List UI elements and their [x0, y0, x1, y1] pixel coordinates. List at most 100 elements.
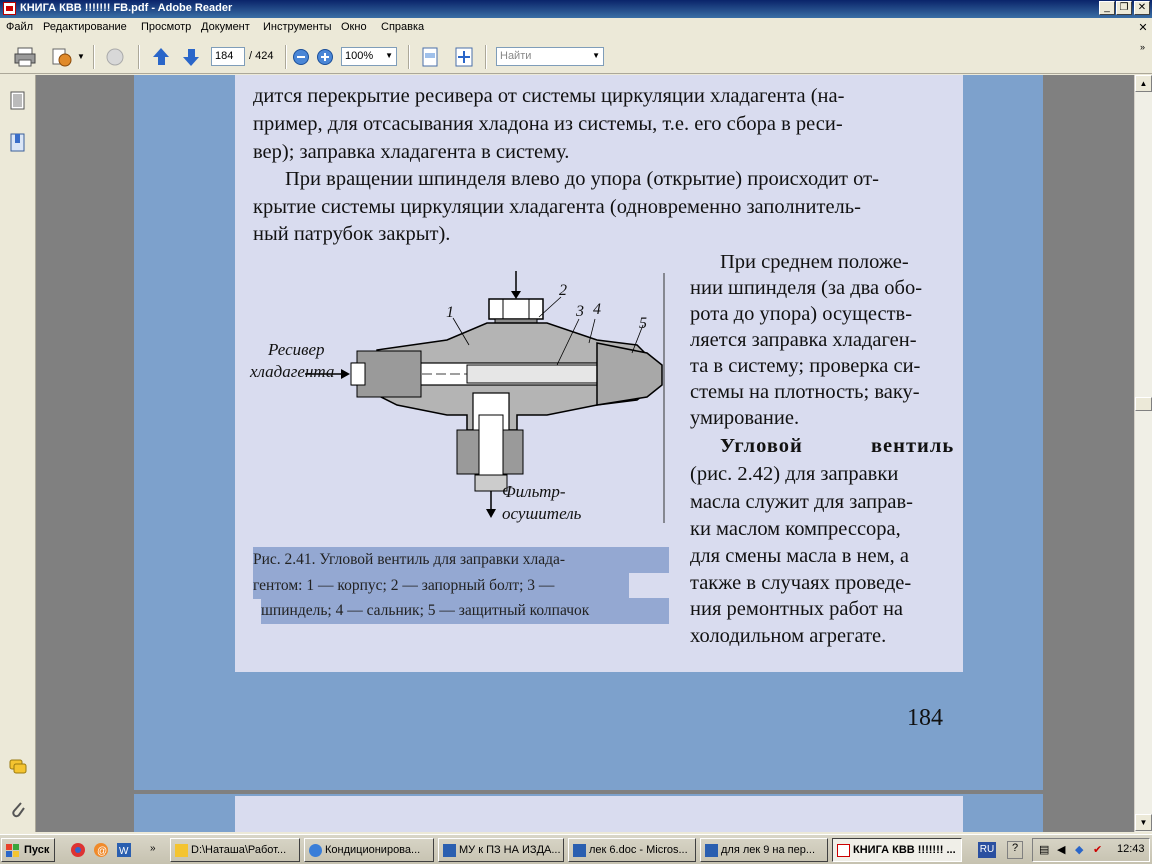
page-number-input[interactable]: 184	[211, 47, 245, 66]
figure-callout: 4	[593, 301, 601, 318]
toolbar-separator	[408, 45, 410, 69]
side-text-line: холодильном агрегате.	[690, 625, 887, 647]
menu-document[interactable]: Документ	[201, 21, 250, 33]
zoom-dropdown-icon[interactable]: ▼	[385, 51, 393, 60]
language-indicator[interactable]: RU	[978, 842, 996, 858]
bluetooth-icon[interactable]: ◆	[1075, 843, 1083, 856]
next-page-icon[interactable]	[180, 46, 202, 68]
figure-label-filter: Фильтр-	[502, 482, 566, 501]
svg-text:W: W	[119, 846, 129, 857]
bookmarks-panel-icon[interactable]	[9, 133, 27, 153]
menu-tools[interactable]: Инструменты	[263, 21, 332, 33]
email-icon[interactable]	[50, 46, 72, 68]
clock[interactable]: 12:43	[1117, 843, 1145, 855]
chrome-icon[interactable]	[70, 842, 86, 858]
mail-icon[interactable]: @	[93, 842, 109, 858]
volume-icon[interactable]: ◀	[1057, 843, 1065, 856]
taskbar-item-active[interactable]: КНИГА КВВ !!!!!!! ...	[832, 838, 962, 862]
system-tray: ▤ ◀ ◆ ✔ 12:43	[1032, 838, 1150, 862]
previous-page-icon[interactable]	[150, 46, 172, 68]
taskbar-item-label: КНИГА КВВ !!!!!!! ...	[853, 844, 956, 856]
taskbar-item[interactable]: для лек 9 на пер...	[700, 838, 828, 862]
vertical-scrollbar[interactable]: ▲ ▼	[1134, 75, 1152, 832]
side-text-line: та в систему; проверка си-	[690, 355, 921, 377]
section-heading: Угловой вентиль	[720, 435, 955, 457]
minimize-button[interactable]: _	[1099, 1, 1115, 15]
taskbar-item-label: D:\Наташа\Работ...	[191, 844, 287, 856]
side-text-line: умирование.	[690, 407, 800, 429]
figure-caption-line[interactable]: шпиндель; 4 — сальник; 5 — защитный колп…	[261, 598, 669, 624]
menu-bar: Файл Редактирование Просмотр Документ Ин…	[0, 18, 1152, 38]
menu-file[interactable]: Файл	[6, 21, 33, 33]
side-text-line: масла служит для заправ-	[690, 491, 913, 513]
menu-window[interactable]: Окно	[341, 21, 367, 33]
find-placeholder: Найти	[500, 50, 532, 62]
zoom-select[interactable]: 100% ▼	[341, 47, 397, 66]
side-text-line: рота до упора) осуществ-	[690, 303, 913, 325]
title-bar: КНИГА КВВ !!!!!!! FB.pdf - Adobe Reader …	[0, 0, 1152, 18]
start-label: Пуск	[24, 844, 50, 856]
menu-view[interactable]: Просмотр	[141, 21, 191, 33]
figure-callout: 2	[559, 282, 567, 299]
toolbar-separator	[285, 45, 287, 69]
adobe-reader-icon	[3, 2, 16, 15]
document-close-icon[interactable]: ✕	[1136, 21, 1150, 35]
taskbar-item[interactable]: МУ к ПЗ НА ИЗДА...	[438, 838, 564, 862]
word-icon[interactable]: W	[116, 842, 132, 858]
scroll-down-icon[interactable]: ▼	[1135, 814, 1152, 831]
taskbar-item[interactable]: лек 6.doc - Micros...	[568, 838, 696, 862]
taskbar-item-label: лек 6.doc - Micros...	[589, 844, 688, 856]
zoom-in-icon[interactable]	[314, 46, 336, 68]
scroll-up-icon[interactable]: ▲	[1135, 75, 1152, 92]
fit-width-icon[interactable]	[419, 46, 441, 68]
collaborate-icon[interactable]	[104, 46, 126, 68]
side-text-line: ляется заправка хладаген-	[690, 329, 917, 351]
network-icon[interactable]: ▤	[1039, 843, 1049, 856]
taskbar-item-label: МУ к ПЗ НА ИЗДА...	[459, 844, 561, 856]
paragraph-1-line: вер); заправка хладагента в систему.	[253, 141, 570, 163]
side-text-line: ки маслом компрессора,	[690, 518, 901, 540]
quicklaunch-chevron-icon[interactable]: »	[150, 843, 156, 854]
pdf-page: дится перекрытие ресивера от системы цир…	[134, 75, 1043, 790]
word-doc-icon	[443, 844, 456, 857]
toolbar-separator	[485, 45, 487, 69]
page-number-label: 184	[907, 705, 943, 731]
word-doc-icon	[573, 844, 586, 857]
paragraph-2-line: При вращении шпинделя влево до упора (от…	[285, 168, 879, 190]
close-button[interactable]: ✕	[1134, 1, 1150, 15]
taskbar-item[interactable]: Кондиционирова...	[304, 838, 434, 862]
pages-panel-icon[interactable]	[9, 91, 27, 111]
zoom-out-icon[interactable]	[290, 46, 312, 68]
paragraph-2-line: ный патрубок закрыт).	[253, 223, 451, 245]
find-dropdown-icon[interactable]: ▼	[592, 51, 600, 60]
side-text-line: также в случаях проведе-	[690, 572, 912, 594]
figure-caption-line[interactable]: гентом: 1 — корпус; 2 — запорный болт; 3…	[253, 573, 629, 599]
start-button[interactable]: Пуск	[1, 838, 55, 862]
figure-callout: 1	[446, 304, 454, 321]
attachments-icon[interactable]	[9, 799, 27, 819]
scroll-thumb[interactable]	[1135, 397, 1152, 411]
toolbar-chevron-icon[interactable]: »	[1140, 42, 1145, 52]
next-pdf-page	[134, 794, 1043, 832]
ie-icon	[309, 844, 322, 857]
fit-page-icon[interactable]	[453, 46, 475, 68]
figure-caption-line[interactable]: Рис. 2.41. Угловой вентиль для заправки …	[253, 547, 669, 573]
menu-edit[interactable]: Редактирование	[43, 21, 127, 33]
help-icon[interactable]: ?	[1007, 841, 1023, 859]
find-input[interactable]: Найти ▼	[496, 47, 604, 66]
comments-panel-icon[interactable]	[9, 757, 27, 777]
taskbar-item[interactable]: D:\Наташа\Работ...	[170, 838, 300, 862]
document-view[interactable]: дится перекрытие ресивера от системы цир…	[36, 75, 1134, 832]
side-text-line: ния ремонтных работ на	[690, 598, 904, 620]
figure-callout: 5	[639, 315, 647, 332]
maximize-button[interactable]: ❐	[1116, 1, 1132, 15]
valve-figure	[305, 271, 665, 523]
toolbar-separator	[138, 45, 140, 69]
zoom-value: 100%	[345, 50, 374, 62]
menu-help[interactable]: Справка	[381, 21, 424, 33]
email-dropdown-icon[interactable]: ▼	[77, 52, 85, 61]
print-icon[interactable]	[14, 46, 36, 68]
windows-logo-icon	[6, 844, 19, 857]
security-icon[interactable]: ✔	[1093, 843, 1102, 856]
next-page-content	[235, 796, 963, 832]
